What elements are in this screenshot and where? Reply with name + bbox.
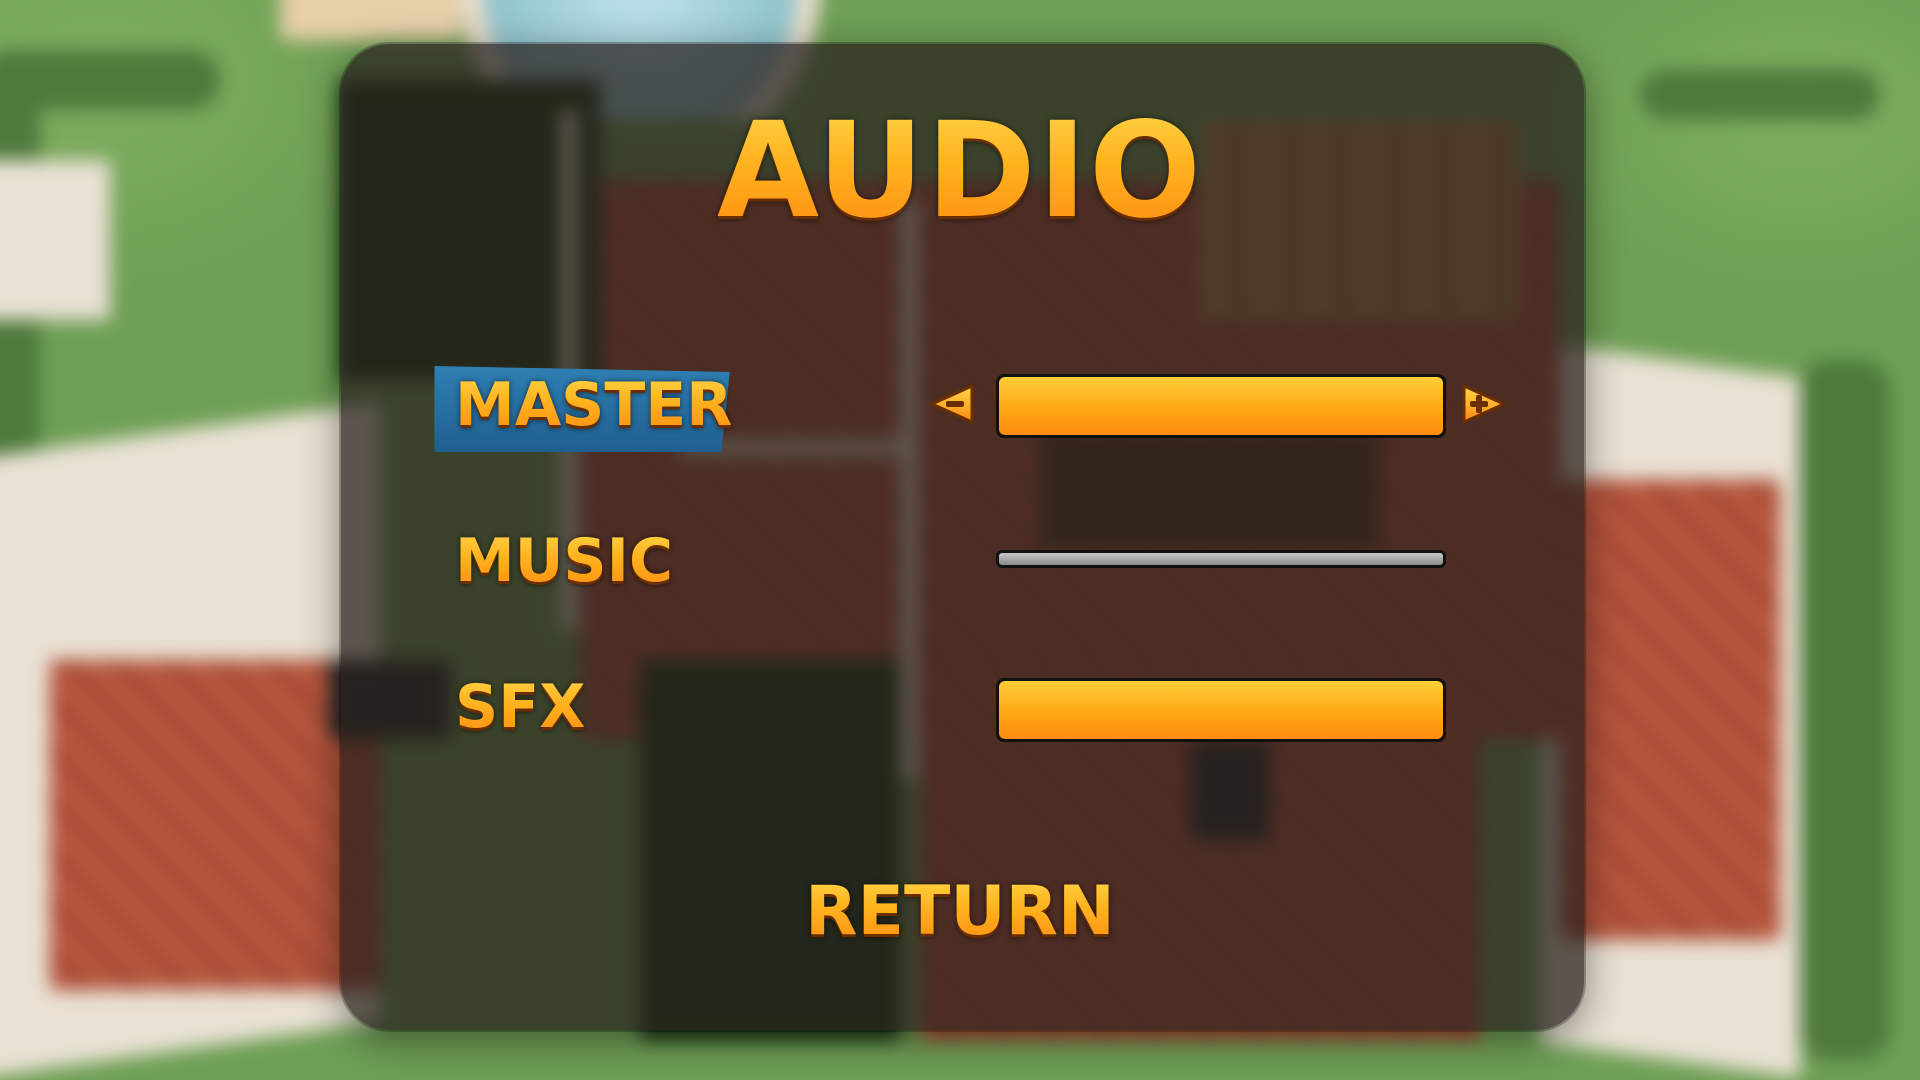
sfx-label[interactable]: SFX xyxy=(455,672,585,742)
music-label[interactable]: MUSIC xyxy=(455,526,673,596)
master-volume-slider[interactable] xyxy=(996,374,1446,438)
patio xyxy=(280,0,460,40)
right-arrow-plus-icon xyxy=(1462,384,1506,424)
hedge xyxy=(1800,360,1890,1060)
master-increase-button[interactable] xyxy=(1460,380,1508,428)
floor xyxy=(1560,480,1780,940)
menu-title: AUDIO xyxy=(0,96,1920,246)
sfx-volume-slider[interactable] xyxy=(996,678,1446,742)
left-arrow-minus-icon xyxy=(930,384,974,424)
master-volume-fill xyxy=(999,377,1443,435)
master-decrease-button[interactable] xyxy=(928,380,976,428)
sfx-volume-fill xyxy=(999,681,1443,739)
music-volume-slider[interactable] xyxy=(996,550,1446,568)
master-label[interactable]: MASTER xyxy=(455,370,732,440)
return-button[interactable]: RETURN xyxy=(0,872,1920,952)
